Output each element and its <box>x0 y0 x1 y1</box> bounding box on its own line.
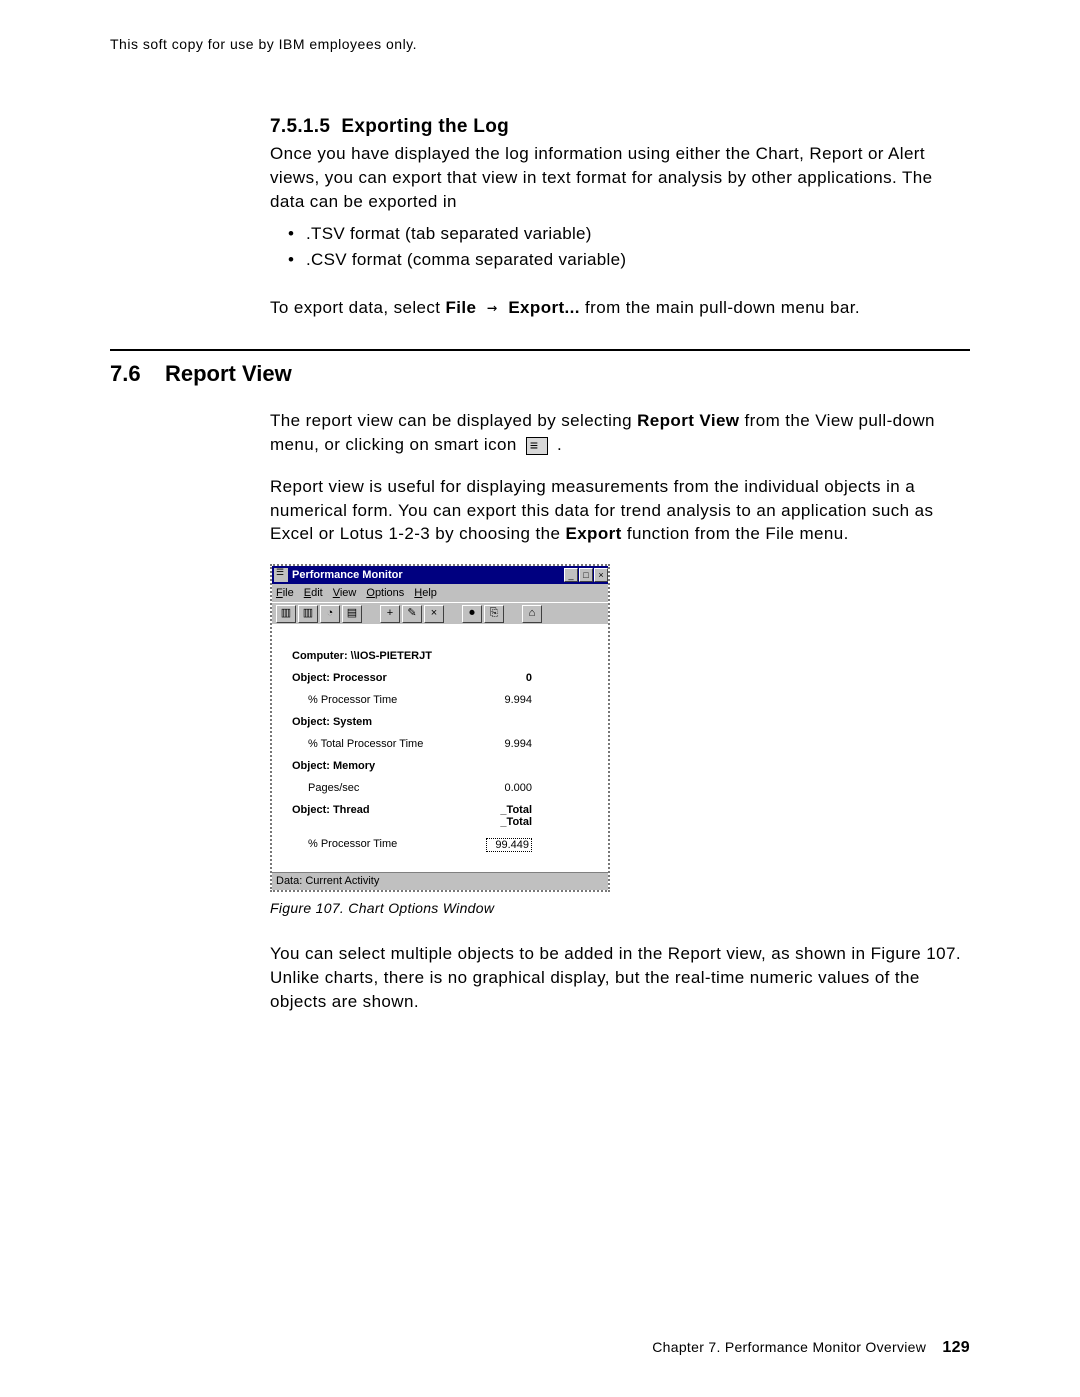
section-76-p2: Report view is useful for displaying mea… <box>270 475 970 546</box>
export-formats-list: .TSV format (tab separated variable) .CS… <box>288 221 970 272</box>
menu-file[interactable]: File <box>276 587 294 599</box>
page-number: 129 <box>942 1339 970 1356</box>
object-row: Object: Processor 0 <box>292 672 598 684</box>
edit-icon[interactable]: ✎ <box>402 605 422 623</box>
window-buttons: _ □ × <box>563 568 608 582</box>
report-body: Computer: \\IOS-PIETERJT Object: Process… <box>272 624 608 872</box>
object-row: Object: Memory <box>292 760 598 772</box>
object-row: Object: Thread _Total _Total <box>292 804 598 828</box>
view-chart-icon[interactable]: ▥ <box>276 605 296 623</box>
section-7515-heading: 7.5.1.5 Exporting the Log <box>270 116 970 138</box>
view-log-icon[interactable]: ◔ <box>320 605 340 623</box>
sec-number: 7.5.1.5 <box>270 116 330 137</box>
computer-row: Computer: \\IOS-PIETERJT <box>292 650 598 662</box>
chapter-label: Chapter 7. Performance Monitor Overview <box>652 1339 926 1355</box>
counter-row: % Processor Time 99.449 <box>292 838 598 852</box>
window-title: Performance Monitor <box>292 569 403 581</box>
statusbar: Data: Current Activity <box>272 872 608 890</box>
menu-help[interactable]: Help <box>414 587 437 599</box>
section-divider <box>110 349 970 351</box>
counter-row: % Total Processor Time 9.994 <box>292 738 598 750</box>
view-report-icon[interactable]: ▤ <box>342 605 362 623</box>
section-76-body: The report view can be displayed by sele… <box>270 409 970 1014</box>
softcopy-notice: This soft copy for use by IBM employees … <box>110 36 970 52</box>
section-76-heading: 7.6 Report View <box>110 361 970 387</box>
selected-value[interactable]: 99.449 <box>486 838 532 852</box>
menubar[interactable]: File Edit View Options Help <box>272 584 608 602</box>
section-7515: 7.5.1.5 Exporting the Log Once you have … <box>270 116 970 321</box>
toolbar: ▥ ▥ ◔ ▤ + ✎ × ⏺ ⎘ ⌂ <box>272 602 608 624</box>
sec-title: Exporting the Log <box>341 116 509 137</box>
counter-row: % Processor Time 9.994 <box>292 694 598 706</box>
perfmon-window: Performance Monitor _ □ × File Edit View… <box>270 564 610 892</box>
page-footer: Chapter 7. Performance Monitor Overview … <box>652 1339 970 1357</box>
options-icon[interactable]: ⌂ <box>522 605 542 623</box>
menu-options[interactable]: Options <box>366 587 404 599</box>
app-icon <box>274 568 288 582</box>
report-view-icon <box>526 437 548 455</box>
delete-icon[interactable]: × <box>424 605 444 623</box>
sec-title: Report View <box>165 361 292 387</box>
titlebar[interactable]: Performance Monitor _ □ × <box>272 566 608 584</box>
menu-edit[interactable]: Edit <box>304 587 323 599</box>
counter-row: Pages/sec 0.000 <box>292 782 598 794</box>
add-counter-icon[interactable]: + <box>380 605 400 623</box>
section-7515-p1: Once you have displayed the log informat… <box>270 142 970 213</box>
export-instruction: To export data, select File → Export... … <box>270 296 970 321</box>
section-76-p1: The report view can be displayed by sele… <box>270 409 970 457</box>
menu-view[interactable]: View <box>333 587 357 599</box>
section-76-p3: You can select multiple objects to be ad… <box>270 942 970 1013</box>
list-item: .TSV format (tab separated variable) <box>288 221 970 247</box>
close-button[interactable]: × <box>594 568 608 582</box>
computer-label: Computer: \\IOS-PIETERJT <box>292 650 462 662</box>
figure-caption: Figure 107. Chart Options Window <box>270 900 970 916</box>
bookmark-icon[interactable]: ⎘ <box>484 605 504 623</box>
minimize-button[interactable]: _ <box>564 568 578 582</box>
list-item: .CSV format (comma separated variable) <box>288 247 970 273</box>
update-icon[interactable]: ⏺ <box>462 605 482 623</box>
object-row: Object: System <box>292 716 598 728</box>
sec-number: 7.6 <box>110 361 165 387</box>
maximize-button[interactable]: □ <box>579 568 593 582</box>
view-alert-icon[interactable]: ▥ <box>298 605 318 623</box>
